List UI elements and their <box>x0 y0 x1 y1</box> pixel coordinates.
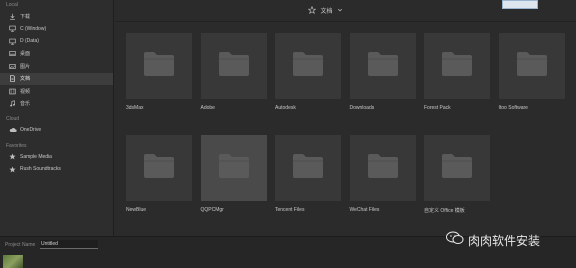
project-name-label: Project Name <box>5 242 36 248</box>
folder-icon <box>367 51 399 82</box>
folder-thumbnail[interactable] <box>126 33 192 99</box>
folder-item[interactable]: Tencent Files <box>275 135 341 221</box>
folder-thumbnail[interactable] <box>275 135 341 201</box>
sidebar-item-label: 文档 <box>20 76 31 83</box>
folder-item[interactable]: QQPCMgr <box>200 135 267 221</box>
watermark: 肉肉软件安装 <box>446 231 540 250</box>
folder-thumbnail[interactable] <box>349 135 416 201</box>
sidebar-section-favorites: Favorites <box>6 142 27 149</box>
folder-label: Itoo Software <box>498 105 528 111</box>
folder-label: WeChat Files <box>349 207 380 213</box>
folder-label: Autodesk <box>275 105 296 111</box>
location-header: 文档 <box>115 0 576 22</box>
folder-thumbnail[interactable] <box>424 135 490 201</box>
document-icon <box>8 74 17 83</box>
desktop-icon <box>8 49 17 58</box>
folder-label: 自定义 Office 模板 <box>424 208 465 214</box>
folder-thumbnail[interactable] <box>126 135 192 201</box>
folder-label: Downloads <box>349 105 375 111</box>
sidebar: Local 下载 C (Window) D (Data) 桌面图片文档视频音乐 Clo… <box>0 0 114 236</box>
video-icon <box>8 87 17 96</box>
folder-icon <box>218 51 250 82</box>
monitor-icon <box>8 37 17 46</box>
star-icon <box>8 165 17 174</box>
location-dropdown[interactable]: 文档 <box>308 5 343 16</box>
sidebar-item-label: Rush Soundtracks <box>20 166 61 173</box>
folder-thumbnail[interactable] <box>200 135 267 201</box>
folder-thumbnail[interactable] <box>200 33 267 99</box>
folder-thumbnail[interactable] <box>424 33 490 99</box>
sidebar-item-label: OneDrive <box>20 127 42 134</box>
chevron-down-icon <box>337 7 343 15</box>
folder-label: Adobe <box>200 105 215 111</box>
monitor-icon <box>8 24 17 33</box>
sidebar-item-label: Sample Media <box>20 153 52 160</box>
music-icon <box>8 99 17 108</box>
folder-item[interactable]: Forest Pack <box>424 33 490 119</box>
folder-item[interactable]: WeChat Files <box>349 135 416 221</box>
sidebar-item-local-video-6[interactable]: 视频 <box>0 85 113 98</box>
sidebar-item-label: C (Window) <box>20 25 47 32</box>
watermark-text: 肉肉软件安装 <box>468 234 541 248</box>
folder-icon <box>367 153 399 184</box>
sidebar-item-label: 音乐 <box>20 101 31 108</box>
download-icon <box>8 12 17 21</box>
sidebar-item-label: D (Data) <box>20 38 39 45</box>
sidebar-item-local-monitor-2[interactable]: D (Data) <box>0 35 113 48</box>
image-icon <box>8 62 17 71</box>
folder-icon <box>292 51 324 82</box>
folder-label: NewBlue <box>126 207 147 213</box>
star-icon <box>8 152 17 161</box>
folder-item[interactable]: 自定义 Office 模板 <box>424 135 490 221</box>
folder-label: Tencent Files <box>275 207 305 213</box>
sidebar-section-cloud: Cloud <box>6 116 20 122</box>
sidebar-item-local-desktop-3[interactable]: 桌面 <box>0 48 113 61</box>
folder-item[interactable]: NewBlue <box>126 135 192 221</box>
folder-label: QQPCMgr <box>200 207 224 213</box>
sidebar-item-favorite-star-1[interactable]: Rush Soundtracks <box>0 163 113 176</box>
location-label: 文档 <box>320 9 333 15</box>
folder-item[interactable]: Downloads <box>349 33 416 119</box>
sidebar-item-local-music-7[interactable]: 音乐 <box>0 98 113 111</box>
sidebar-item-label: 图片 <box>20 63 31 70</box>
star-icon[interactable] <box>308 5 317 16</box>
project-name-input[interactable] <box>40 240 98 249</box>
sidebar-item-local-monitor-1[interactable]: C (Window) <box>0 23 113 36</box>
folder-icon <box>441 51 473 82</box>
folder-thumbnail[interactable] <box>275 33 341 99</box>
overlay-tag <box>502 0 538 9</box>
folder-thumbnail[interactable] <box>498 33 565 99</box>
folder-item[interactable]: 3dsMax <box>126 33 192 119</box>
folder-item[interactable]: Autodesk <box>275 33 341 119</box>
sidebar-item-label: 下载 <box>20 13 31 20</box>
folder-icon <box>292 153 324 184</box>
sidebar-item-local-image-4[interactable]: 图片 <box>0 60 113 73</box>
folder-icon <box>143 51 175 82</box>
sidebar-item-local-document-5[interactable]: 文档 <box>0 72 113 85</box>
folder-item[interactable]: Adobe <box>200 33 267 119</box>
folder-grid: 3dsMax Adobe Autodesk Downloads Forest Pack I… <box>126 33 576 233</box>
sidebar-item-label: 桌面 <box>20 51 31 58</box>
folder-icon <box>143 153 175 184</box>
thumbnail-image <box>3 255 23 268</box>
app-window: Local 下载 C (Window) D (Data) 桌面 图片 文档 视频 音乐 Clo… <box>0 0 576 268</box>
sidebar-item-favorite-star-0[interactable]: Sample Media <box>0 151 113 164</box>
cloud-icon <box>8 126 17 135</box>
folder-label: Forest Pack <box>424 105 451 111</box>
sidebar-item-label: 视频 <box>20 88 31 95</box>
folder-icon <box>218 153 250 184</box>
sidebar-item-cloud-cloud-0[interactable]: OneDrive <box>0 124 113 137</box>
folder-item[interactable]: Itoo Software <box>498 33 565 119</box>
folder-thumbnail[interactable] <box>349 33 416 99</box>
sidebar-item-local-download-0[interactable]: 下载 <box>0 10 113 23</box>
folder-label: 3dsMax <box>126 105 144 111</box>
wechat-icon <box>446 231 464 250</box>
sidebar-section-local: Local <box>6 2 18 8</box>
folder-icon <box>516 51 548 82</box>
folder-icon <box>441 153 473 184</box>
